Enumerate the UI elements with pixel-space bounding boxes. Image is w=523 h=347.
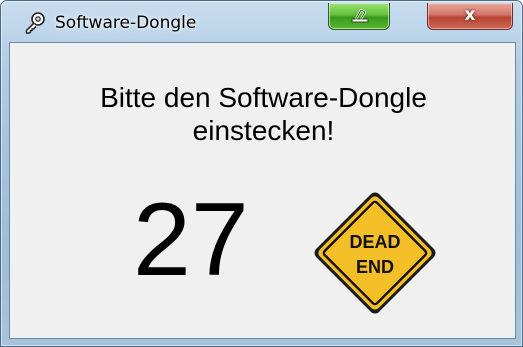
sign-text-end: END bbox=[356, 257, 394, 277]
dead-end-sign-icon: DEAD END bbox=[314, 192, 436, 314]
close-button[interactable]: x bbox=[427, 3, 513, 30]
minimize-button[interactable] bbox=[328, 3, 390, 30]
dongle-message: Bitte den Software-Dongle einstecken! bbox=[10, 81, 517, 147]
wrench-key-icon bbox=[25, 12, 45, 34]
dialog-content: Bitte den Software-Dongle einstecken! 27… bbox=[9, 42, 516, 339]
countdown-number: 27 bbox=[133, 182, 249, 298]
dialog-window: Software-Dongle x Bitte den Software-Don… bbox=[0, 0, 523, 347]
minimize-icon bbox=[351, 8, 369, 23]
window-title: Software-Dongle bbox=[55, 13, 197, 33]
close-icon: x bbox=[464, 5, 476, 25]
title-bar[interactable]: Software-Dongle x bbox=[1, 1, 523, 41]
message-line-1: Bitte den Software-Dongle bbox=[100, 82, 427, 113]
message-line-2: einstecken! bbox=[192, 115, 335, 146]
sign-text-dead: DEAD bbox=[349, 232, 400, 252]
